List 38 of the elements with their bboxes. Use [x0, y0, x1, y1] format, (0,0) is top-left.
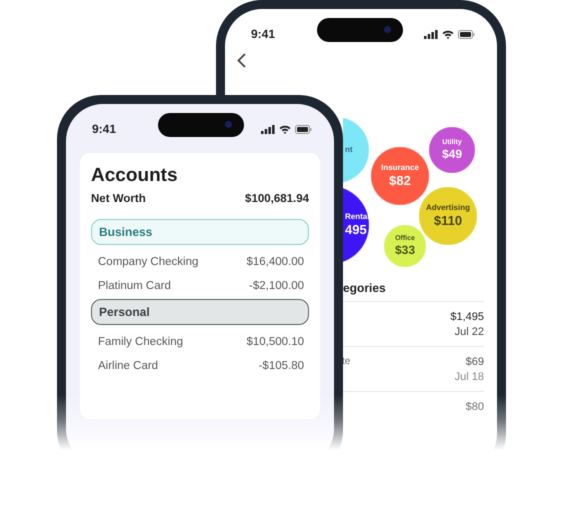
bubble-label: nt [345, 145, 353, 155]
account-balance: -$2,100.00 [249, 280, 304, 292]
group-header[interactable]: Personal [91, 299, 309, 325]
account-balance: $16,400.00 [246, 256, 304, 268]
account-name[interactable]: Company Checking [98, 256, 198, 268]
bubble-amount: $33 [394, 243, 416, 258]
transaction-name: te [342, 356, 350, 367]
transaction-amount: $80 [466, 401, 484, 413]
bubble-label: Advertising [426, 203, 470, 213]
group-header[interactable]: Business [91, 219, 309, 245]
account-name[interactable]: Airline Card [98, 360, 158, 372]
bubble-amount: $82 [389, 173, 411, 189]
signal-icon [424, 30, 438, 38]
status-time: 9:41 [92, 122, 116, 136]
account-balance: -$105.80 [258, 360, 304, 372]
transaction-date: Jul 18 [454, 371, 484, 383]
category-bubble[interactable]: nt [343, 117, 369, 183]
bubble-amount: $110 [434, 213, 462, 229]
net-worth-value: $100,681.94 [245, 193, 309, 205]
account-balance: $10,500.10 [246, 336, 304, 348]
transaction-amount: $1,495 [450, 311, 484, 323]
net-worth-label: Net Worth [91, 193, 146, 205]
battery-icon [458, 30, 475, 38]
bubble-amount: 495 [345, 222, 367, 238]
status-time: 9:41 [251, 27, 276, 41]
category-bubble[interactable]: Advertising $110 [419, 187, 477, 245]
wifi-icon [279, 124, 291, 134]
signal-icon [261, 124, 275, 134]
account-name[interactable]: Family Checking [98, 336, 183, 348]
battery-icon [295, 124, 312, 134]
back-icon[interactable] [237, 53, 246, 68]
account-name[interactable]: Platinum Card [98, 280, 171, 292]
transaction-date: Jul 22 [454, 326, 484, 338]
bubble-amount: $49 [442, 147, 462, 162]
wifi-icon [442, 30, 454, 38]
bubble-label: Insurance [381, 163, 419, 173]
card-title: Accounts [91, 165, 179, 187]
transaction-amount: $69 [466, 356, 484, 368]
